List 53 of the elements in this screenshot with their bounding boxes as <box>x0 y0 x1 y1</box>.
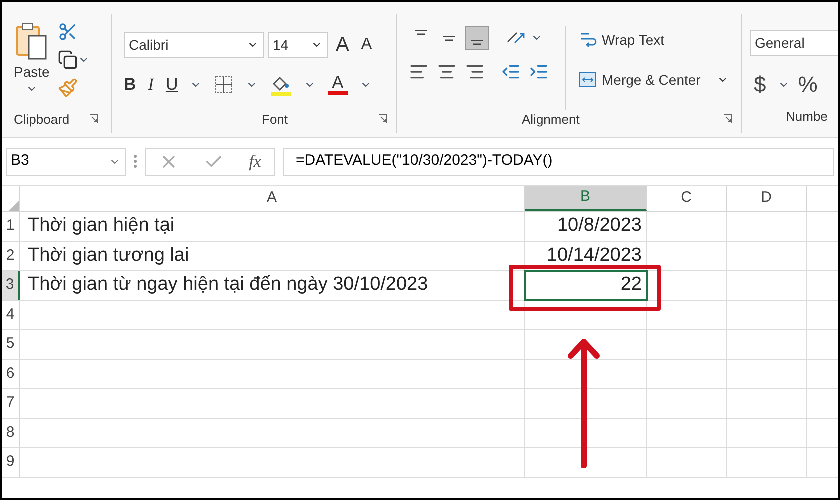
formula-field[interactable]: =DATEVALUE("10/30/2023")-TODAY() <box>283 148 834 176</box>
grow-font-button[interactable]: A <box>332 30 354 60</box>
percent-button[interactable]: % <box>798 68 818 101</box>
table-cell-text: 10/14/2023 <box>546 244 642 268</box>
corner-triangle-icon <box>9 201 19 211</box>
merge-cells-icon <box>578 70 598 90</box>
font-size-field[interactable]: 14 <box>268 32 328 58</box>
group-label: Alignment <box>522 110 580 129</box>
align-lines-icon <box>471 40 483 45</box>
shrink-font-button[interactable]: A <box>357 33 376 57</box>
currency-button[interactable]: $ <box>750 68 770 101</box>
table-cell-text: Thời gian hiện tại <box>28 214 175 238</box>
row-header[interactable]: 3 <box>2 271 20 300</box>
column-header[interactable]: C <box>647 186 727 211</box>
dialog-launcher-icon[interactable] <box>378 114 388 124</box>
row-header[interactable]: 8 <box>2 418 20 447</box>
row-header[interactable]: 4 <box>2 300 20 329</box>
row-header[interactable]: 7 <box>2 389 20 418</box>
row-header[interactable]: 5 <box>2 330 20 358</box>
row-header[interactable]: 9 <box>2 448 20 476</box>
align-lines-icon <box>443 36 455 40</box>
font-name-field[interactable]: Calibri <box>124 32 264 58</box>
column-header[interactable]: B <box>525 186 647 211</box>
row-header[interactable]: 1 <box>2 212 20 240</box>
copy-icon[interactable] <box>58 50 78 70</box>
insert-function-button[interactable]: fx <box>249 148 262 174</box>
group-label: Font <box>262 110 288 128</box>
row-header[interactable]: 2 <box>2 242 20 270</box>
clipboard-icon <box>14 22 49 62</box>
table-cell-text: 22 <box>620 273 642 297</box>
table-cell-text: Thời gian tương lai <box>28 244 190 268</box>
dialog-launcher-icon[interactable] <box>723 114 733 124</box>
paste-button[interactable]: Paste <box>14 22 50 110</box>
italic-button[interactable]: I <box>148 72 154 98</box>
borders-icon[interactable] <box>214 74 234 95</box>
bottom-align-button[interactable] <box>465 26 489 50</box>
align-lines-icon <box>415 30 427 35</box>
dialog-launcher-icon[interactable] <box>89 114 99 124</box>
bold-button[interactable]: B <box>124 72 136 98</box>
group-label: Numbe <box>786 109 828 124</box>
more-icon <box>134 155 137 168</box>
table-cell-text: Thời gian từ ngay hiện tại đến ngày 30/10/2023 <box>28 273 428 297</box>
number-format-field[interactable]: General <box>750 30 838 56</box>
cut-icon[interactable] <box>58 22 78 42</box>
row-header[interactable]: 6 <box>2 360 20 388</box>
merge-center-button[interactable]: Merge & Center <box>578 66 729 94</box>
column-header[interactable]: D <box>727 186 807 211</box>
font-color-button[interactable]: A <box>328 74 348 96</box>
wrap-text-button[interactable]: Wrap Text <box>578 26 729 54</box>
name-box[interactable]: B3 <box>6 148 126 176</box>
table-cell-text: 10/8/2023 <box>557 214 642 238</box>
group-label: Clipboard <box>14 110 70 129</box>
underline-button[interactable]: U <box>166 72 178 98</box>
